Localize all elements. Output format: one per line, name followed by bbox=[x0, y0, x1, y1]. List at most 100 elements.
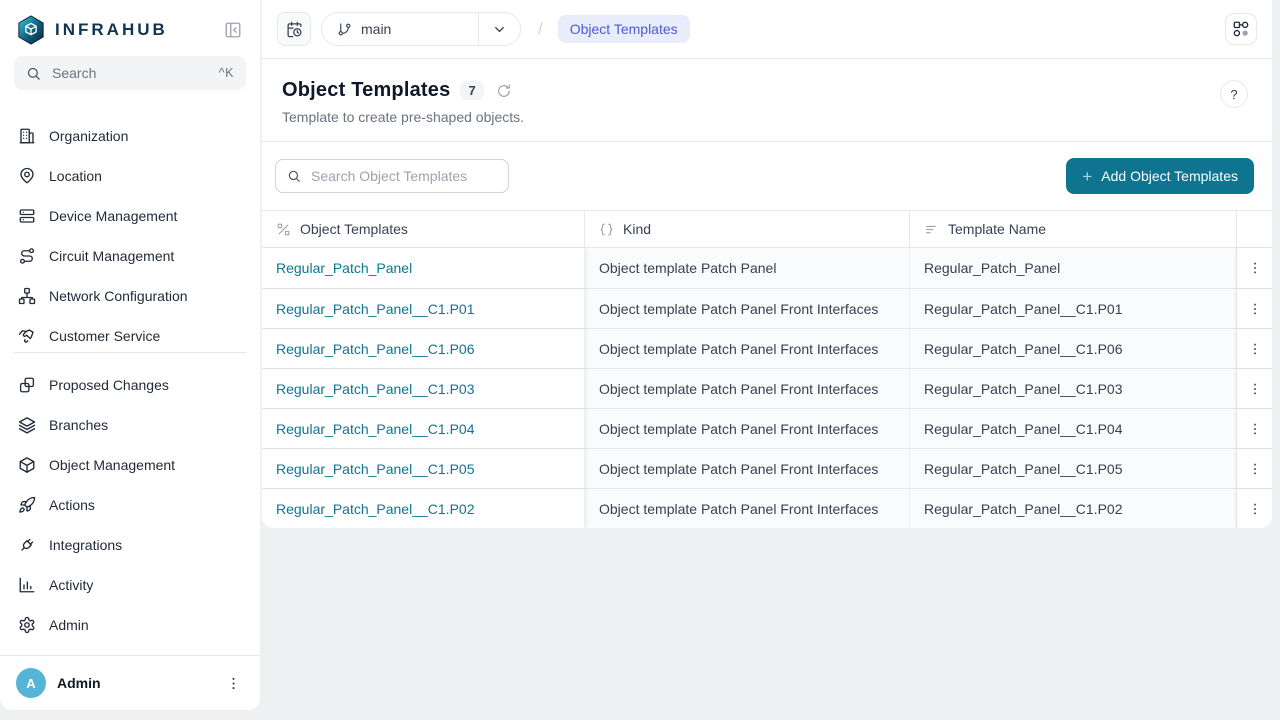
row-actions-button[interactable] bbox=[1243, 297, 1267, 321]
search-shortcut-hint: ^K bbox=[219, 66, 234, 80]
brand-name: INFRAHUB bbox=[55, 20, 168, 40]
row-actions-button[interactable] bbox=[1243, 497, 1267, 521]
calendar-clock-icon bbox=[286, 21, 303, 38]
breadcrumb[interactable]: Object Templates bbox=[558, 15, 690, 43]
kebab-icon bbox=[1247, 260, 1263, 276]
nav-item[interactable]: Branches bbox=[8, 405, 252, 445]
template-name-cell: Regular_Patch_Panel__C1.P05 bbox=[910, 449, 1237, 488]
branch-name: main bbox=[361, 21, 391, 37]
main-panel: main / Object Templates bbox=[262, 0, 1272, 528]
nav-item[interactable]: Organization bbox=[8, 116, 252, 156]
object-template-link[interactable]: Regular_Patch_Panel__C1.P04 bbox=[276, 421, 474, 437]
object-template-link[interactable]: Regular_Patch_Panel__C1.P05 bbox=[276, 461, 474, 477]
kebab-icon bbox=[1247, 421, 1263, 437]
user-menu-button[interactable] bbox=[223, 673, 244, 694]
object-template-link[interactable]: Regular_Patch_Panel__C1.P02 bbox=[276, 501, 474, 517]
map-pin-icon bbox=[18, 167, 36, 185]
server-icon bbox=[18, 207, 36, 225]
kind-cell: Object template Patch Panel Front Interf… bbox=[585, 329, 910, 368]
layers-icon bbox=[18, 416, 36, 434]
table-toolbar: + Add Object Templates bbox=[262, 142, 1272, 210]
template-name-cell: Regular_Patch_Panel__C1.P02 bbox=[910, 489, 1237, 528]
sidebar-menu-primary: Organization Location Device Management … bbox=[0, 92, 260, 352]
kebab-icon bbox=[1247, 301, 1263, 317]
help-button[interactable]: ? bbox=[1220, 80, 1248, 108]
nav-item[interactable]: Object Management bbox=[8, 445, 252, 485]
route-icon bbox=[18, 247, 36, 265]
sidebar-search-input[interactable] bbox=[50, 64, 210, 82]
chevron-down-icon bbox=[492, 22, 507, 37]
count-badge: 7 bbox=[460, 81, 483, 100]
column-header-kind[interactable]: Kind bbox=[585, 211, 910, 247]
page-title: Object Templates bbox=[282, 79, 450, 102]
object-template-link[interactable]: Regular_Patch_Panel__C1.P06 bbox=[276, 341, 474, 357]
column-header-actions bbox=[1237, 211, 1272, 247]
braces-icon bbox=[599, 222, 614, 237]
template-name-cell: Regular_Patch_Panel bbox=[910, 248, 1237, 288]
nav-item[interactable]: Customer Service bbox=[8, 316, 252, 352]
refresh-button[interactable] bbox=[494, 81, 514, 101]
table-row: Regular_Patch_Panel__C1.P01 Object templ… bbox=[262, 288, 1272, 328]
branch-dropdown-button[interactable] bbox=[478, 13, 520, 45]
column-header-template-name[interactable]: Template Name bbox=[910, 211, 1237, 247]
nav-item[interactable]: Admin bbox=[8, 605, 252, 645]
sidebar-user-section: A Admin bbox=[0, 655, 260, 710]
schema-visualizer-button[interactable] bbox=[1225, 13, 1257, 45]
rocket-icon bbox=[18, 496, 36, 514]
row-actions-button[interactable] bbox=[1243, 377, 1267, 401]
object-template-link[interactable]: Regular_Patch_Panel__C1.P01 bbox=[276, 301, 474, 317]
nav-item[interactable]: Integrations bbox=[8, 525, 252, 565]
table-header-row: Object Templates Kind Template Name bbox=[262, 210, 1272, 248]
building-icon bbox=[18, 127, 36, 145]
object-template-link[interactable]: Regular_Patch_Panel bbox=[276, 260, 412, 276]
cube-icon bbox=[18, 456, 36, 474]
row-actions-button[interactable] bbox=[1243, 417, 1267, 441]
template-name-cell: Regular_Patch_Panel__C1.P06 bbox=[910, 329, 1237, 368]
nav-item[interactable]: Network Configuration bbox=[8, 276, 252, 316]
handshake-icon bbox=[18, 327, 36, 345]
sidebar-menu-secondary: Proposed Changes Branches Object Managem… bbox=[0, 353, 260, 645]
nav-item[interactable]: Proposed Changes bbox=[8, 365, 252, 405]
plus-icon: + bbox=[1082, 168, 1092, 185]
refresh-icon bbox=[496, 83, 512, 99]
kind-cell: Object template Patch Panel Front Interf… bbox=[585, 489, 910, 528]
row-actions-button[interactable] bbox=[1243, 457, 1267, 481]
plug-icon bbox=[18, 536, 36, 554]
object-search[interactable] bbox=[275, 159, 509, 193]
collapse-sidebar-button[interactable] bbox=[222, 19, 244, 41]
object-template-link[interactable]: Regular_Patch_Panel__C1.P03 bbox=[276, 381, 474, 397]
date-picker-button[interactable] bbox=[277, 12, 311, 46]
nav-item[interactable]: Circuit Management bbox=[8, 236, 252, 276]
kind-cell: Object template Patch Panel Front Interf… bbox=[585, 449, 910, 488]
kind-cell: Object template Patch Panel Front Interf… bbox=[585, 289, 910, 328]
branch-selector-value[interactable]: main bbox=[322, 13, 478, 45]
template-name-cell: Regular_Patch_Panel__C1.P01 bbox=[910, 289, 1237, 328]
git-branch-icon bbox=[337, 22, 352, 37]
table-row: Regular_Patch_Panel__C1.P03 Object templ… bbox=[262, 368, 1272, 408]
table-row: Regular_Patch_Panel__C1.P02 Object templ… bbox=[262, 488, 1272, 528]
add-object-templates-button[interactable]: + Add Object Templates bbox=[1066, 158, 1254, 194]
add-button-label: Add Object Templates bbox=[1101, 168, 1238, 184]
nav-item[interactable]: Activity bbox=[8, 565, 252, 605]
sidebar: INFRAHUB ^K Organization Location bbox=[0, 0, 260, 710]
row-actions-button[interactable] bbox=[1243, 256, 1267, 280]
sidebar-search[interactable]: ^K bbox=[14, 56, 246, 90]
nav-item[interactable]: Location bbox=[8, 156, 252, 196]
nav-item[interactable]: Actions bbox=[8, 485, 252, 525]
row-actions-button[interactable] bbox=[1243, 337, 1267, 361]
table-row: Regular_Patch_Panel Object template Patc… bbox=[262, 248, 1272, 288]
network-icon bbox=[18, 287, 36, 305]
table-body: Regular_Patch_Panel Object template Patc… bbox=[262, 248, 1272, 528]
brand-logo[interactable]: INFRAHUB bbox=[16, 15, 168, 45]
nav-item[interactable]: Device Management bbox=[8, 196, 252, 236]
template-name-cell: Regular_Patch_Panel__C1.P03 bbox=[910, 369, 1237, 408]
kebab-icon bbox=[1247, 501, 1263, 517]
text-lines-icon bbox=[924, 222, 939, 237]
diff-icon bbox=[18, 376, 36, 394]
topbar: main / Object Templates bbox=[262, 0, 1272, 59]
infrahub-hexagon-icon bbox=[16, 15, 46, 45]
page-subtitle: Template to create pre-shaped objects. bbox=[282, 109, 1252, 125]
object-search-input[interactable] bbox=[309, 167, 497, 185]
kind-cell: Object template Patch Panel Front Interf… bbox=[585, 409, 910, 448]
column-header-object-templates[interactable]: Object Templates bbox=[262, 211, 585, 247]
